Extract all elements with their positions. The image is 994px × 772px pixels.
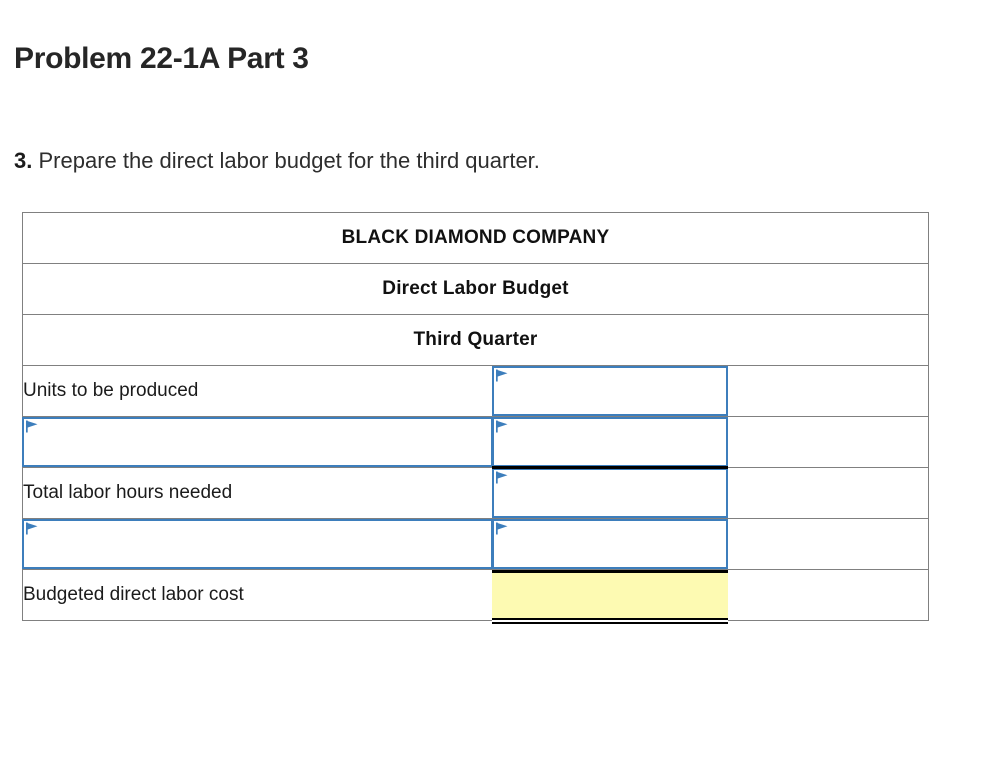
instruction-line: 3. Prepare the direct labor budget for t… <box>14 148 540 174</box>
table-row: Total labor hours needed <box>22 467 929 519</box>
direct-labor-budget-worksheet: BLACK DIAMOND COMPANY Direct Labor Budget… <box>22 212 929 624</box>
worksheet-header-cell-2: Direct Labor Budget <box>22 263 929 315</box>
row-5-spacer-cell <box>727 569 929 621</box>
row-1-spacer-cell <box>727 365 929 417</box>
row-2-label-input[interactable] <box>22 417 493 467</box>
row-4-label-input-cell[interactable] <box>22 518 493 570</box>
row-4-amount-input[interactable] <box>492 519 728 569</box>
row-2-spacer-cell <box>727 416 929 468</box>
table-row <box>22 416 929 469</box>
row-5-label: Budgeted direct labor cost <box>22 569 493 621</box>
worksheet-header-row: Direct Labor Budget <box>22 263 929 315</box>
worksheet-header-row: BLACK DIAMOND COMPANY <box>22 212 929 264</box>
row-4-label-input[interactable] <box>22 519 493 569</box>
worksheet-header-cell-3: Third Quarter <box>22 314 929 366</box>
worksheet-header-cell-1: BLACK DIAMOND COMPANY <box>22 212 929 264</box>
row-3-amount-input[interactable] <box>492 468 728 518</box>
budget-table: BLACK DIAMOND COMPANY Direct Labor Budget… <box>22 212 929 624</box>
page-title: Problem 22-1A Part 3 <box>14 42 309 76</box>
double-underline-rule <box>492 618 728 624</box>
budgeted-direct-labor-cost-value[interactable] <box>492 570 728 620</box>
row-2-amount-input[interactable] <box>492 417 728 467</box>
row-2-label-input-cell[interactable] <box>22 416 493 468</box>
row-2-amount-cell[interactable] <box>492 416 728 469</box>
worksheet-page: Problem 22-1A Part 3 3. Prepare the dire… <box>0 0 994 772</box>
table-row: Units to be produced <box>22 365 929 417</box>
row-1-amount-input[interactable] <box>492 366 728 416</box>
row-3-label: Total labor hours needed <box>22 467 493 519</box>
subtotal-underline-rule <box>492 466 728 469</box>
row-4-amount-cell[interactable] <box>492 518 728 570</box>
row-4-spacer-cell <box>727 518 929 570</box>
budget-table-body: BLACK DIAMOND COMPANY Direct Labor Budget… <box>22 212 929 624</box>
row-3-spacer-cell <box>727 467 929 519</box>
instruction-text: Prepare the direct labor budget for the … <box>38 148 540 173</box>
row-1-label: Units to be produced <box>22 365 493 417</box>
row-5-total-cell[interactable] <box>492 569 728 624</box>
instruction-step-number: 3. <box>14 148 33 173</box>
table-row: Budgeted direct labor cost <box>22 569 929 624</box>
table-row <box>22 518 929 570</box>
worksheet-header-row: Third Quarter <box>22 314 929 366</box>
row-1-amount-cell[interactable] <box>492 365 728 417</box>
row-3-amount-cell[interactable] <box>492 467 728 519</box>
